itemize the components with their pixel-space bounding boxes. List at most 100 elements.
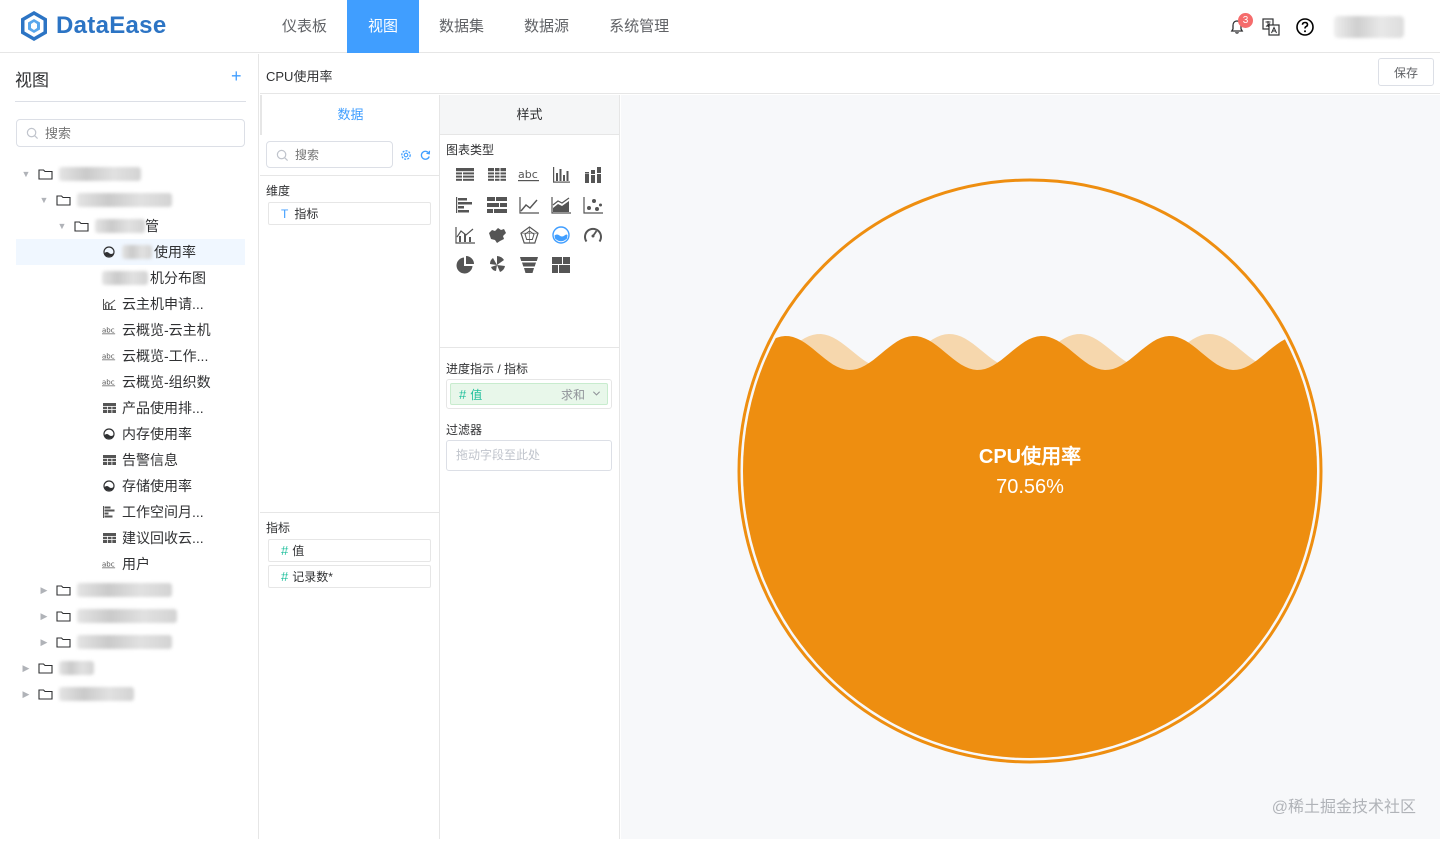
- aggregation-label: 求和: [560, 387, 585, 402]
- tree-leaf[interactable]: 存储使用率: [16, 473, 245, 499]
- nav-dashboard[interactable]: 仪表板: [262, 0, 347, 53]
- table-info-icon[interactable]: [454, 165, 476, 185]
- help-button[interactable]: [1288, 10, 1322, 44]
- tree-leaf[interactable]: 内存使用率: [16, 421, 245, 447]
- tree-folder[interactable]: ▼ 管: [16, 213, 245, 239]
- caret-down-icon[interactable]: ▼: [38, 195, 50, 205]
- caret-down-icon[interactable]: ▼: [20, 169, 32, 179]
- nav-system-management[interactable]: 系统管理: [589, 0, 689, 53]
- tree-leaf-list: 云主机申请... abc 云概览-云主机 abc 云概览-工作... abc 云概览-组织数…: [16, 291, 245, 577]
- caret-right-icon[interactable]: ▶: [20, 689, 32, 700]
- svg-text:abc: abc: [102, 327, 115, 335]
- tab-data[interactable]: 数据: [260, 95, 439, 135]
- tree-folder[interactable]: ▶: [16, 655, 245, 681]
- tree-leaf[interactable]: 告警信息: [16, 447, 245, 473]
- tree-leaf[interactable]: 云主机申请...: [16, 291, 245, 317]
- dataease-logo[interactable]: DataEase: [18, 8, 166, 44]
- blurred-folder-name: [77, 193, 172, 207]
- nav-datasource[interactable]: 数据源: [504, 0, 589, 53]
- search-icon: [276, 149, 289, 162]
- tree-leaf[interactable]: abc 云概览-组织数: [16, 369, 245, 395]
- treemap-icon[interactable]: [550, 255, 572, 275]
- tree-leaf[interactable]: 机分布图: [16, 265, 245, 291]
- tree-leaf-selected[interactable]: 使用率: [16, 239, 245, 265]
- map-icon[interactable]: [486, 225, 508, 245]
- view-name: 用户: [122, 556, 150, 572]
- sidebar-search-input[interactable]: [45, 120, 225, 146]
- bar-stack-icon[interactable]: [582, 165, 604, 185]
- text-abc-icon: abc: [102, 559, 116, 569]
- save-button[interactable]: 保存: [1378, 58, 1434, 86]
- quota-field[interactable]: # 值: [268, 539, 431, 562]
- progress-quota-field[interactable]: # 值 求和: [450, 383, 608, 405]
- chevron-down-icon[interactable]: [592, 389, 601, 398]
- caret-down-icon[interactable]: ▼: [56, 221, 68, 231]
- svg-text:abc: abc: [102, 561, 115, 569]
- main-nav: 仪表板 视图 数据集 数据源 系统管理: [262, 0, 689, 53]
- progress-quota-dropzone[interactable]: # 值 求和: [446, 379, 612, 409]
- quota-field[interactable]: # 记录数*: [268, 565, 431, 588]
- liquid-chart-icon[interactable]: [550, 225, 572, 245]
- bar-horizontal-icon: [102, 506, 116, 518]
- add-view-button[interactable]: +: [231, 66, 242, 87]
- field-search-input[interactable]: [295, 142, 390, 167]
- refresh-icon[interactable]: [419, 149, 431, 161]
- caret-right-icon[interactable]: ▶: [20, 663, 32, 674]
- chart-mix-icon[interactable]: [454, 225, 476, 245]
- tree-folder[interactable]: ▶: [16, 629, 245, 655]
- settings-icon[interactable]: [400, 149, 412, 161]
- svg-text:abc: abc: [102, 353, 115, 361]
- tree-folder[interactable]: ▼: [16, 161, 245, 187]
- divider: [440, 347, 619, 348]
- chart-canvas: CPU使用率 70.56% @稀土掘金技术社区: [621, 95, 1440, 839]
- liquid-title: CPU使用率: [979, 444, 1081, 468]
- tree-leaf[interactable]: abc 云概览-工作...: [16, 343, 245, 369]
- divider: [260, 512, 439, 513]
- table-icon: [102, 533, 116, 543]
- funnel-chart-icon[interactable]: [518, 255, 540, 275]
- sidebar-search[interactable]: [16, 119, 245, 147]
- nav-dataset[interactable]: 数据集: [419, 0, 504, 53]
- tree-leaf[interactable]: abc 云概览-云主机: [16, 317, 245, 343]
- folder-icon: [56, 637, 71, 648]
- gauge-chart-icon[interactable]: [582, 225, 604, 245]
- line-chart-icon[interactable]: [518, 195, 540, 215]
- table-icon: [102, 455, 116, 465]
- field-search[interactable]: [266, 141, 393, 168]
- tab-style[interactable]: 样式: [440, 95, 619, 135]
- tree-folder[interactable]: ▼: [16, 187, 245, 213]
- pie-rose-icon[interactable]: [486, 255, 508, 275]
- bar-horizontal-icon[interactable]: [454, 195, 476, 215]
- caret-right-icon[interactable]: ▶: [38, 637, 50, 648]
- tree-leaf[interactable]: 建议回收云...: [16, 525, 245, 551]
- bar-chart-icon[interactable]: [550, 165, 572, 185]
- folder-icon: [56, 611, 71, 622]
- nav-view[interactable]: 视图: [347, 0, 420, 53]
- dimension-field[interactable]: T 指标: [268, 202, 431, 225]
- language-button[interactable]: [1254, 10, 1288, 44]
- bar-stack-horizontal-icon[interactable]: [486, 195, 508, 215]
- area-chart-icon[interactable]: [550, 195, 572, 215]
- number-type-icon: #: [459, 386, 467, 402]
- tree-leaf[interactable]: 工作空间月...: [16, 499, 245, 525]
- text-abc-icon[interactable]: abc: [518, 165, 540, 185]
- pie-chart-icon[interactable]: [454, 255, 476, 275]
- table-normal-icon[interactable]: [486, 165, 508, 185]
- radar-chart-icon[interactable]: [518, 225, 540, 245]
- caret-right-icon[interactable]: ▶: [38, 611, 50, 622]
- table-icon: [102, 403, 116, 413]
- logo-text: DataEase: [56, 12, 167, 39]
- blurred-folder-name: [59, 661, 94, 675]
- tree-leaf[interactable]: 产品使用排...: [16, 395, 245, 421]
- user-menu[interactable]: [1334, 15, 1404, 38]
- tree-folder[interactable]: ▶: [16, 681, 245, 707]
- blurred-view-name: [122, 245, 152, 259]
- line-chart-icon: [102, 298, 116, 310]
- notification-button[interactable]: 3: [1220, 10, 1254, 44]
- filter-dropzone[interactable]: 拖动字段至此处: [446, 440, 612, 471]
- tree-folder[interactable]: ▶: [16, 603, 245, 629]
- tree-leaf[interactable]: abc 用户: [16, 551, 245, 577]
- scatter-chart-icon[interactable]: [582, 195, 604, 215]
- tree-folder[interactable]: ▶: [16, 577, 245, 603]
- caret-right-icon[interactable]: ▶: [38, 585, 50, 596]
